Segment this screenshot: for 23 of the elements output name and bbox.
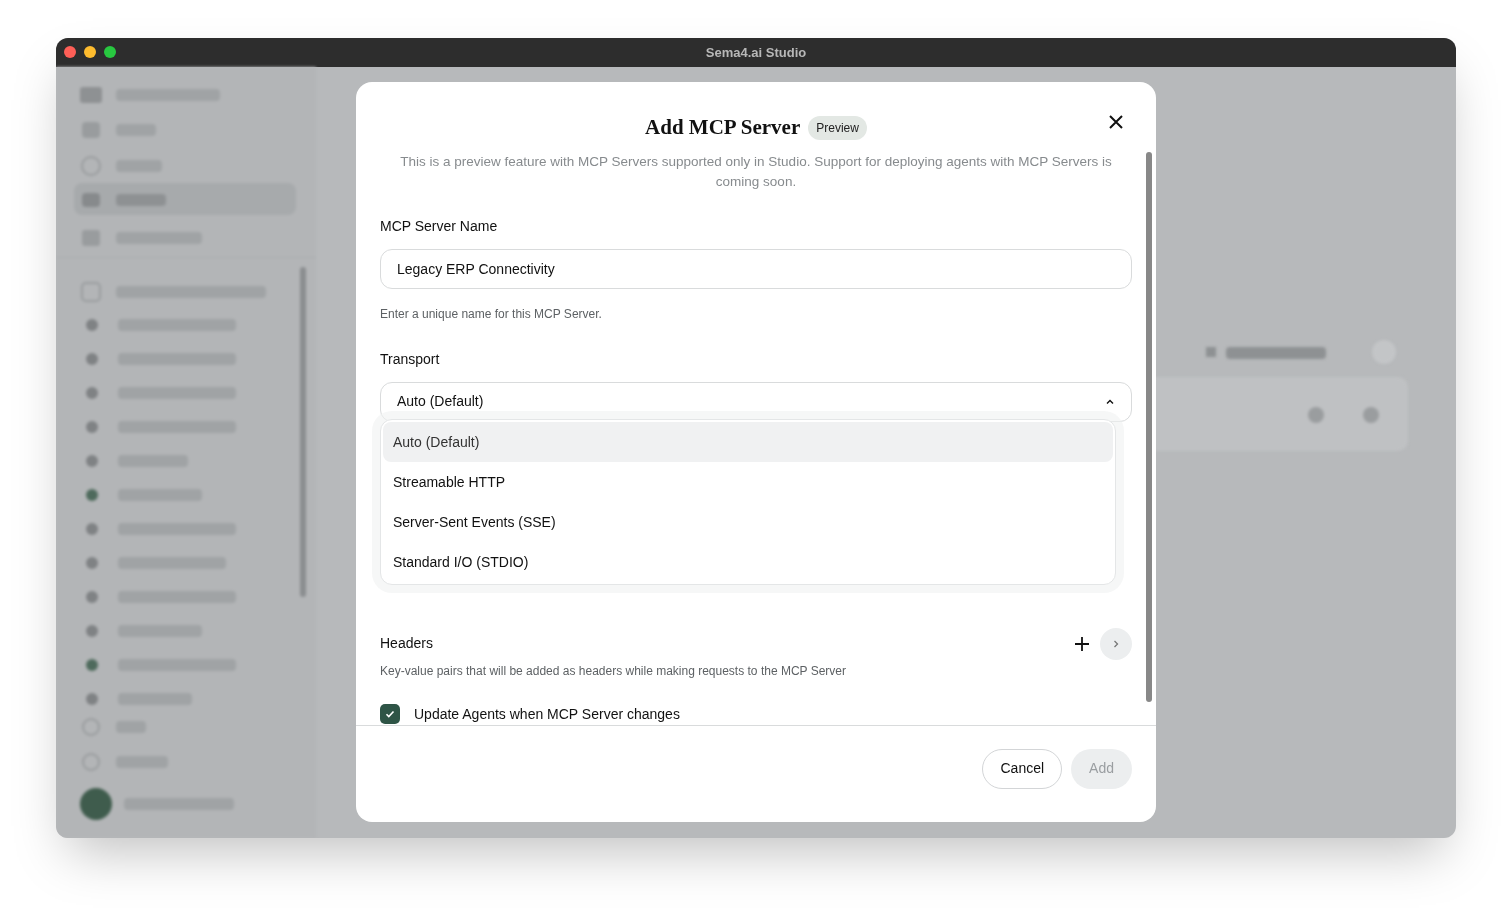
checkbox[interactable] — [380, 704, 400, 724]
dialog-description: This is a preview feature with MCP Servers supported only in Studio. Support for deploying agents with MCP Servers is coming soon. — [399, 152, 1113, 191]
scrollbar[interactable] — [1146, 152, 1152, 702]
dropdown-option[interactable]: Standard I/O (STDIO) — [383, 542, 1113, 582]
chevron-right-icon — [1111, 638, 1121, 649]
field-hint: Key-value pairs that will be added as headers while making requests to the MCP Server — [380, 662, 848, 680]
dropdown-option[interactable]: Auto (Default) — [383, 422, 1113, 462]
window-title: Sema4.ai Studio — [705, 43, 807, 62]
zoom-window-button[interactable] — [104, 46, 116, 58]
dropdown-option[interactable]: Server-Sent Events (SSE) — [383, 502, 1113, 542]
field-label: Headers — [380, 634, 433, 653]
field-label: Transport — [380, 349, 441, 369]
dialog-title: Add MCP Server — [645, 114, 801, 141]
checkbox-label: Update Agents when MCP Server changes — [414, 704, 680, 724]
close-window-button[interactable] — [64, 46, 76, 58]
checkmark-icon — [384, 708, 396, 720]
dropdown-option[interactable]: Streamable HTTP — [383, 462, 1113, 502]
field-hint: Enter a unique name for this MCP Server. — [380, 305, 603, 323]
field-label: MCP Server Name — [380, 216, 499, 236]
name-input-field[interactable]: Legacy ERP Connectivity — [380, 248, 1132, 289]
preview-badge: Preview — [808, 115, 867, 140]
cancel-button[interactable]: Cancel — [982, 748, 1063, 789]
minimize-window-button[interactable] — [84, 46, 96, 58]
